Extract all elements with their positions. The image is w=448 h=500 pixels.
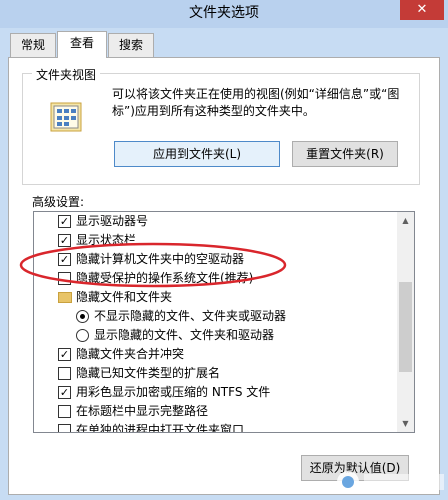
list-item-label: 在标题栏中显示完整路径 xyxy=(76,404,209,418)
tab-general[interactable]: 常规 xyxy=(10,33,56,57)
close-button[interactable]: ✕ xyxy=(400,0,444,20)
folder-icon xyxy=(58,292,72,303)
checkbox[interactable] xyxy=(58,367,71,380)
folder-view-description: 可以将该文件夹正在使用的视图(例如“详细信息”或“图标”)应用到所有这种类型的文… xyxy=(112,87,400,118)
tab-search-label: 搜索 xyxy=(118,38,143,52)
folder-view-icon xyxy=(50,102,82,132)
checkbox[interactable] xyxy=(58,405,71,418)
scrollbar-thumb[interactable] xyxy=(399,282,412,372)
list-item-label: 显示驱动器号 xyxy=(76,214,149,228)
close-icon: ✕ xyxy=(416,2,428,17)
apply-to-folders-button[interactable]: 应用到文件夹(L) xyxy=(114,141,280,167)
scrollbar[interactable]: ▲ ▼ xyxy=(397,212,414,432)
list-item-label: 隐藏文件和文件夹 xyxy=(76,290,173,304)
checkbox[interactable]: ✓ xyxy=(58,348,71,361)
scroll-down-icon[interactable]: ▼ xyxy=(397,415,414,432)
tab-view[interactable]: 查看 xyxy=(57,31,107,58)
radio-button[interactable] xyxy=(76,310,89,323)
list-item-label: 用彩色显示加密或压缩的 NTFS 文件 xyxy=(76,385,271,399)
checkbox[interactable]: ✓ xyxy=(58,215,71,228)
highlight-annotation xyxy=(19,242,287,288)
list-item-label: 隐藏文件夹合并冲突 xyxy=(76,347,185,361)
radio-button[interactable] xyxy=(76,329,89,342)
watermark-logo xyxy=(337,471,444,493)
scroll-up-icon[interactable]: ▲ xyxy=(397,212,414,229)
folder-view-title: 文件夹视图 xyxy=(32,66,101,83)
advanced-settings-label: 高级设置: xyxy=(32,195,85,209)
checkbox[interactable]: ✓ xyxy=(58,386,71,399)
reset-folders-button[interactable]: 重置文件夹(R) xyxy=(292,141,398,167)
window-title: 文件夹选项 xyxy=(189,5,259,21)
checkbox[interactable] xyxy=(58,424,71,432)
tab-view-label: 查看 xyxy=(69,36,94,50)
list-item-label: 不显示隐藏的文件、文件夹或驱动器 xyxy=(94,309,287,323)
title-bar: 文件夹选项 ✕ xyxy=(0,0,448,28)
list-item-label: 在单独的进程中打开文件夹窗口 xyxy=(76,423,245,433)
tab-search[interactable]: 搜索 xyxy=(108,33,154,57)
tab-general-label: 常规 xyxy=(20,38,45,52)
list-item-label: 隐藏已知文件类型的扩展名 xyxy=(76,366,221,380)
list-item-label: 显示隐藏的文件、文件夹和驱动器 xyxy=(94,328,275,342)
